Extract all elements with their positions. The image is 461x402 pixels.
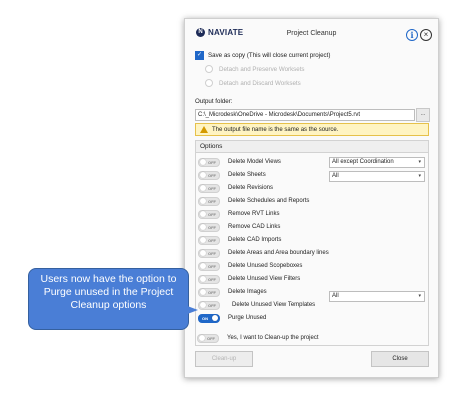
option-row: OFF Delete Model Views (198, 157, 281, 167)
toggle-delete-model-views[interactable]: OFF (198, 157, 220, 167)
model-views-select-value: All except Coordination (332, 159, 394, 165)
option-label: Delete Schedules and Reports (228, 198, 310, 204)
browse-button[interactable]: ... (416, 108, 430, 122)
toggle-delete-scopeboxes[interactable]: OFF (198, 261, 220, 271)
confirm-cleanup-row: OFF Yes, I want to Clean-up the project (197, 333, 319, 343)
info-icon[interactable]: i (406, 29, 418, 41)
toggle-delete-view-filters[interactable]: OFF (198, 274, 220, 284)
option-label: Delete Sheets (228, 172, 266, 178)
option-row: OFF Remove CAD Links (198, 222, 280, 232)
warning-text: The output file name is the same as the … (212, 126, 339, 133)
confirm-cleanup-label: Yes, I want to Clean-up the project (227, 335, 319, 341)
output-path-input[interactable]: C:\_Microdesk\OneDrive - Microdesk\Docum… (195, 109, 415, 121)
save-as-copy-row[interactable]: ✓ Save as copy (This will close current … (195, 51, 330, 60)
radio-discard-worksets[interactable]: Detach and Discard Worksets (205, 79, 301, 87)
toggle-delete-revisions[interactable]: OFF (198, 183, 220, 193)
toggle-remove-rvt-links[interactable]: OFF (198, 209, 220, 219)
radio-preserve-icon[interactable] (205, 65, 213, 73)
option-label: Delete CAD Imports (228, 237, 282, 243)
option-row: OFF Delete Sheets (198, 170, 266, 180)
option-label: Delete Unused View Filters (228, 276, 301, 282)
toggle-delete-view-templates[interactable]: OFF (198, 300, 220, 310)
option-label: Delete Areas and Area boundary lines (228, 250, 329, 256)
option-row: OFF Delete Revisions (198, 183, 273, 193)
option-label: Delete Revisions (228, 185, 274, 191)
radio-preserve-label: Detach and Preserve Worksets (219, 65, 305, 73)
radio-discard-icon[interactable] (205, 79, 213, 87)
toggle-purge-unused[interactable]: ON (198, 313, 220, 323)
callout-pointer (182, 304, 198, 316)
toggle-delete-schedules[interactable]: OFF (198, 196, 220, 206)
view-templates-select[interactable]: All ▾ (329, 291, 425, 302)
option-label: Delete Model Views (228, 159, 281, 165)
option-row: OFF Delete Unused View Filters (198, 274, 300, 284)
option-label: Remove CAD Links (228, 224, 281, 230)
option-label: Delete Unused Scopeboxes (228, 263, 303, 269)
view-templates-select-value: All (332, 293, 339, 299)
option-label: Purge Unused (228, 315, 267, 321)
toggle-delete-areas[interactable]: OFF (198, 248, 220, 258)
annotation-callout: Users now have the option to Purge unuse… (28, 268, 189, 330)
options-panel: Options OFF Delete Model Views OFF Delet… (195, 140, 429, 346)
option-row: OFF Delete Unused View Templates (198, 300, 315, 310)
dialog-title: Project Cleanup (286, 30, 337, 37)
option-label: Remove RVT Links (228, 211, 280, 217)
option-row: ON Purge Unused (198, 313, 266, 323)
chevron-down-icon: ▾ (418, 293, 421, 299)
chevron-down-icon: ▾ (418, 173, 421, 179)
option-row: OFF Delete CAD Imports (198, 235, 281, 245)
callout-text: Users now have the option to Purge unuse… (40, 273, 177, 311)
warning-icon (200, 126, 208, 133)
option-row: OFF Delete Unused Scopeboxes (198, 261, 302, 271)
option-row: OFF Delete Images (198, 287, 267, 297)
options-header: Options (196, 141, 428, 153)
option-label: Delete Unused View Templates (232, 302, 316, 308)
save-as-copy-label: Save as copy (This will close current pr… (208, 52, 331, 59)
radio-discard-label: Detach and Discard Worksets (219, 79, 301, 87)
sheets-select[interactable]: All ▾ (329, 171, 425, 182)
option-row: OFF Remove RVT Links (198, 209, 279, 219)
project-cleanup-dialog: N NAVIATE Project Cleanup i × ✓ Save as … (184, 18, 439, 378)
cleanup-button[interactable]: Clean-up (195, 351, 253, 367)
save-as-copy-checkbox[interactable]: ✓ (195, 51, 204, 60)
toggle-remove-cad-links[interactable]: OFF (198, 222, 220, 232)
radio-preserve-worksets[interactable]: Detach and Preserve Worksets (205, 65, 305, 73)
close-icon[interactable]: × (420, 29, 432, 41)
toggle-delete-sheets[interactable]: OFF (198, 170, 220, 180)
close-button[interactable]: Close (371, 351, 429, 367)
toggle-delete-images[interactable]: OFF (198, 287, 220, 297)
warning-banner: The output file name is the same as the … (195, 123, 429, 136)
title-bar: N NAVIATE Project Cleanup i × (185, 19, 438, 45)
model-views-select[interactable]: All except Coordination ▾ (329, 157, 425, 168)
sheets-select-value: All (332, 173, 339, 179)
option-row: OFF Delete Areas and Area boundary lines (198, 248, 329, 258)
option-row: OFF Delete Schedules and Reports (198, 196, 309, 206)
toggle-delete-cad-imports[interactable]: OFF (198, 235, 220, 245)
toggle-confirm-cleanup[interactable]: OFF (197, 333, 219, 343)
chevron-down-icon: ▾ (418, 159, 421, 165)
option-label: Delete Images (228, 289, 267, 295)
output-folder-label: Output folder: (195, 98, 233, 105)
